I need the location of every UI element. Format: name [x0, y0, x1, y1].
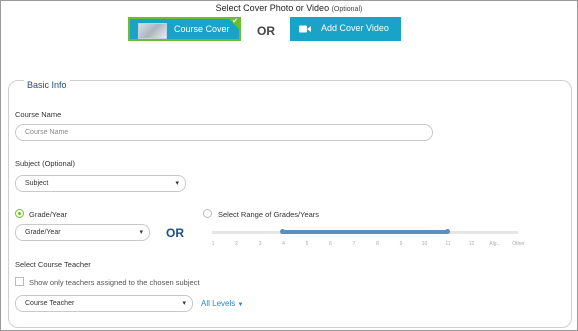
video-camera-icon [299, 25, 311, 33]
dropdown-caret-icon: ▾ [175, 180, 179, 187]
all-levels-label: All Levels [201, 299, 236, 308]
add-cover-video-label: Add Cover Video [321, 23, 389, 33]
grade-year-radio-label: Grade/Year [29, 210, 68, 219]
grade-range-tick: 6 [329, 241, 332, 247]
grade-range-tick: 9 [399, 241, 403, 247]
subject-label: Subject (Optional) [15, 159, 76, 168]
cover-section-title: Select Cover Photo or Video (Optional) [0, 3, 578, 13]
course-cover-label: Course Cover [174, 24, 230, 34]
cover-thumbnail-image [138, 23, 167, 39]
subject-value: Subject [25, 180, 49, 187]
course-name-input[interactable]: Course Name [15, 124, 433, 141]
or-separator-grades: OR [166, 226, 184, 240]
grade-range-tick: 12 [468, 241, 475, 247]
course-name-label: Course Name [15, 110, 62, 119]
grade-range-tick: 4 [282, 241, 285, 247]
subject-select[interactable]: Subject ▾ [15, 175, 186, 192]
add-cover-video-button[interactable]: Add Cover Video [290, 17, 401, 41]
teacher-filter-checkbox-label: Show only teachers assigned to the chose… [29, 278, 200, 287]
all-levels-dropdown[interactable]: All Levels ▼ [201, 299, 243, 308]
grade-year-value: Grade/Year [25, 229, 61, 236]
cover-title-text: Select Cover Photo or Video [215, 3, 330, 13]
grade-range-tick: 8 [376, 241, 379, 247]
grade-range-end-handle[interactable] [445, 229, 450, 234]
checkmark-icon: ✔ [232, 18, 238, 25]
select-teacher-label: Select Course Teacher [15, 260, 91, 269]
dropdown-caret-icon: ▾ [182, 300, 186, 307]
chevron-down-icon: ▼ [237, 302, 244, 308]
grade-range-tick: 5 [305, 241, 309, 247]
basic-info-legend: Basic Info [24, 80, 70, 90]
or-separator: OR [257, 24, 275, 38]
grade-year-radio[interactable] [15, 209, 24, 218]
grade-year-select[interactable]: Grade/Year ▾ [15, 224, 150, 241]
grade-range-start-handle[interactable] [280, 229, 285, 234]
grade-range-tick: Alg... [489, 241, 501, 247]
grade-range-radio-label: Select Range of Grades/Years [218, 210, 320, 219]
grade-range-tick: 2 [235, 241, 238, 247]
basic-info-section [8, 80, 572, 328]
grade-range-tick: 7 [352, 241, 356, 247]
teacher-filter-checkbox[interactable] [15, 277, 24, 286]
dropdown-caret-icon: ▾ [139, 229, 143, 236]
grade-range-tick: 3 [258, 241, 262, 247]
cover-title-optional: (Optional) [331, 6, 363, 13]
course-teacher-value: Course Teacher [25, 300, 75, 307]
course-name-placeholder: Course Name [25, 129, 69, 136]
grade-range-tick: 1 [211, 241, 215, 247]
grade-range-radio[interactable] [203, 209, 212, 218]
grade-range-tick: 11 [445, 241, 451, 247]
grade-range-slider-fill [281, 230, 448, 234]
course-teacher-select[interactable]: Course Teacher ▾ [15, 295, 193, 312]
grade-range-tick: 10 [421, 241, 428, 247]
course-cover-button[interactable]: Course Cover ✔ [128, 17, 241, 41]
grade-range-tick: Other [512, 241, 525, 247]
